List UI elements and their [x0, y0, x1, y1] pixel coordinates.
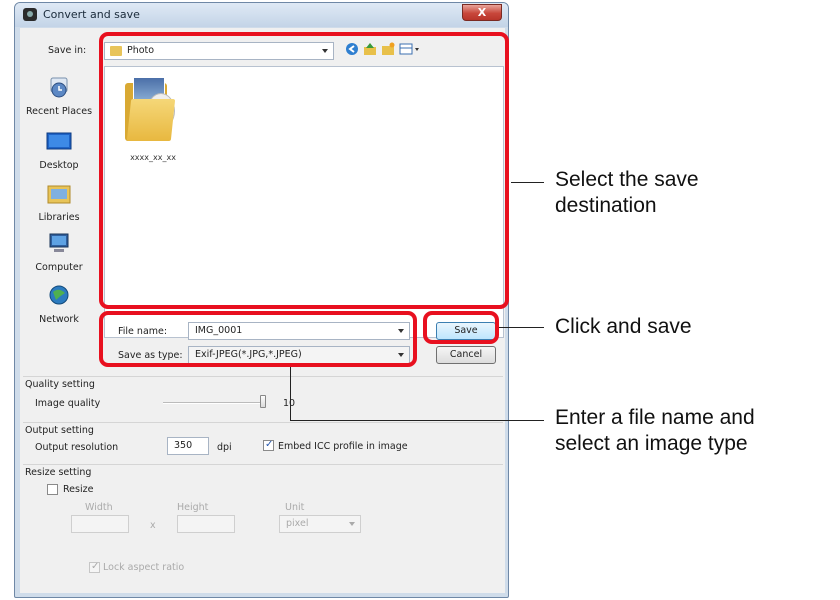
recent-places-icon [50, 77, 68, 98]
places-bar: Recent Places Desktop Libraries Computer… [20, 66, 98, 366]
libraries-icon [47, 185, 71, 204]
callout-line [290, 420, 544, 421]
place-desktop[interactable]: Desktop [20, 130, 98, 171]
up-folder-icon[interactable] [363, 42, 377, 56]
title-bar: Convert and save X [15, 3, 508, 27]
file-list-pane[interactable]: xxxx_xx_xx [104, 66, 504, 338]
save-as-type-select[interactable]: Exif-JPEG(*.JPG,*.JPEG) [188, 346, 410, 364]
place-label: Network [39, 314, 79, 325]
output-setting-group: Output setting Output resolution 350 dpi… [23, 422, 503, 462]
new-folder-icon[interactable] [381, 42, 395, 56]
slider-thumb[interactable] [260, 395, 266, 408]
image-quality-label: Image quality [35, 398, 101, 409]
output-setting-title: Output setting [25, 425, 94, 436]
file-name-value: IMG_0001 [195, 325, 243, 336]
convert-and-save-dialog: Convert and save X Save in: Photo Recent… [14, 2, 509, 598]
callout-line-2: select an image type [555, 432, 748, 455]
save-as-type-value: Exif-JPEG(*.JPG,*.JPEG) [195, 349, 302, 360]
callout-file-name-type: Enter a file name and select an image ty… [555, 405, 755, 457]
callout-line-1: Select the save [555, 168, 699, 191]
computer-icon [49, 233, 69, 252]
folder-item-name: xxxx_xx_xx [130, 153, 176, 162]
save-in-label: Save in: [48, 45, 87, 56]
place-label: Libraries [38, 212, 80, 223]
lock-aspect-ratio-checkbox[interactable] [89, 561, 100, 573]
back-icon[interactable] [345, 42, 359, 56]
output-resolution-label: Output resolution [35, 442, 119, 453]
callout-line [499, 327, 544, 328]
quality-setting-title: Quality setting [25, 379, 95, 390]
lock-aspect-ratio-label: Lock aspect ratio [103, 562, 185, 573]
callout-select-destination: Select the save destination [555, 167, 699, 219]
callout-line [511, 182, 544, 183]
network-icon [49, 285, 69, 305]
place-libraries[interactable]: Libraries [20, 182, 98, 223]
place-recent-places[interactable]: Recent Places [20, 76, 98, 117]
embed-icc-checkbox[interactable] [263, 439, 274, 451]
save-as-type-label: Save as type: [118, 350, 183, 361]
save-button[interactable]: Save [436, 322, 496, 340]
image-quality-slider[interactable] [163, 402, 263, 404]
window-title: Convert and save [43, 8, 140, 21]
dpi-unit-label: dpi [217, 442, 232, 453]
file-name-label: File name: [118, 326, 168, 337]
callout-line-1: Enter a file name and [555, 406, 755, 429]
place-computer[interactable]: Computer [20, 232, 98, 273]
resize-label: Resize [63, 484, 94, 495]
save-in-combo[interactable]: Photo [104, 42, 334, 60]
resize-setting-title: Resize setting [25, 467, 92, 478]
chevron-down-icon [349, 522, 355, 526]
place-label: Computer [35, 262, 83, 273]
width-input[interactable] [71, 515, 129, 533]
cancel-button[interactable]: Cancel [436, 346, 496, 364]
resize-setting-group: Resize setting Resize Width Height Unit … [23, 464, 503, 592]
unit-select[interactable]: pixel [279, 515, 361, 533]
callout-line-2: destination [555, 194, 657, 217]
place-network[interactable]: Network [20, 284, 98, 325]
dialog-body: Save in: Photo Recent Places Desktop Lib… [20, 28, 505, 593]
chevron-down-icon [322, 49, 328, 53]
place-label: Desktop [39, 160, 79, 171]
height-input[interactable] [177, 515, 235, 533]
quality-setting-group: Quality setting Image quality 10 [23, 376, 503, 420]
callout-line [290, 367, 291, 420]
unit-label: Unit [285, 502, 305, 513]
times-label: x [150, 520, 156, 531]
output-resolution-input[interactable]: 350 [167, 437, 209, 455]
view-menu-icon[interactable] [399, 42, 421, 56]
callout-click-save: Click and save [555, 315, 692, 338]
folder-item[interactable] [125, 77, 179, 141]
chevron-down-icon [398, 353, 404, 357]
unit-value: pixel [286, 518, 309, 529]
file-name-input[interactable]: IMG_0001 [188, 322, 410, 340]
close-button[interactable]: X [462, 4, 502, 21]
chevron-down-icon [398, 329, 404, 333]
save-in-value: Photo [127, 45, 155, 56]
height-label: Height [177, 502, 209, 513]
place-label: Recent Places [25, 106, 93, 117]
desktop-icon [46, 132, 72, 150]
camera-icon [23, 8, 37, 21]
width-label: Width [85, 502, 113, 513]
embed-icc-label: Embed ICC profile in image [278, 441, 408, 452]
folder-icon [110, 46, 122, 56]
resize-checkbox[interactable] [47, 484, 58, 495]
